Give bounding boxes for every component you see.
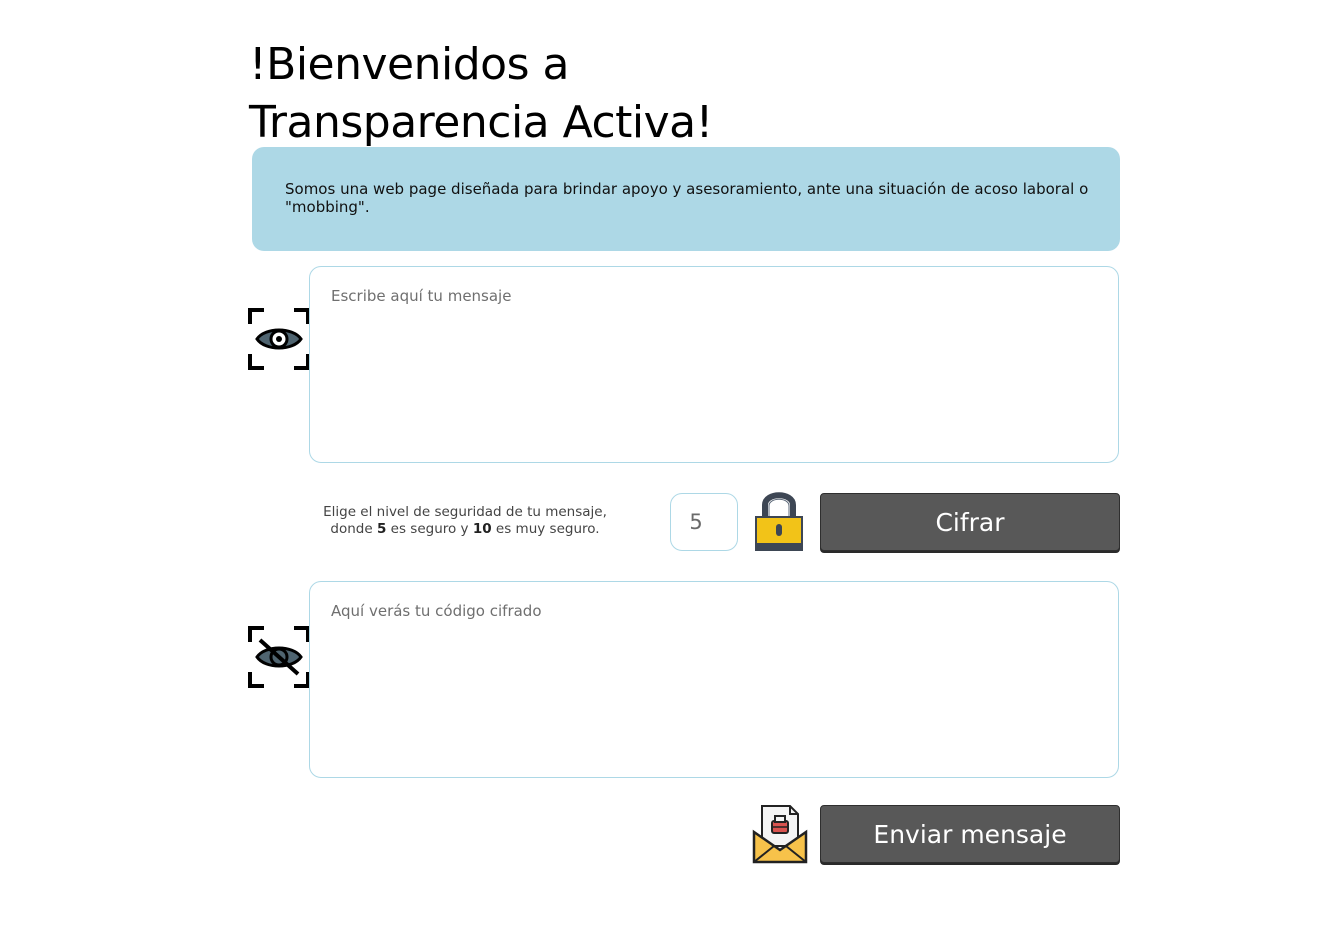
intro-text: Somos una web page diseñada para brindar… [285,180,1089,216]
security-hint-text-3: es muy seguro. [491,521,600,537]
page-title-line-2: Transparencia Activa! [249,97,713,148]
security-hint-text-2: es seguro y [386,521,473,537]
message-input[interactable] [309,266,1119,463]
eye-icon[interactable] [248,308,310,370]
intro-banner: Somos una web page diseñada para brindar… [252,147,1120,251]
eye-off-icon[interactable] [248,626,310,688]
page-title: !Bienvenidos a Transparencia Activa! [249,36,713,152]
lock-icon [754,488,804,552]
security-hint-min: 5 [376,521,387,537]
page: !Bienvenidos a Transparencia Activa! Som… [0,0,1341,949]
mail-icon [752,802,808,864]
security-hint-max: 10 [472,521,492,537]
page-title-line-1: !Bienvenidos a [249,39,569,90]
cipher-output[interactable] [309,581,1119,778]
security-level-hint: Elige el nivel de seguridad de tu mensaj… [315,504,615,538]
cipher-button[interactable]: Cifrar [820,493,1120,551]
send-message-button[interactable]: Enviar mensaje [820,805,1120,863]
security-level-input[interactable] [670,493,738,551]
